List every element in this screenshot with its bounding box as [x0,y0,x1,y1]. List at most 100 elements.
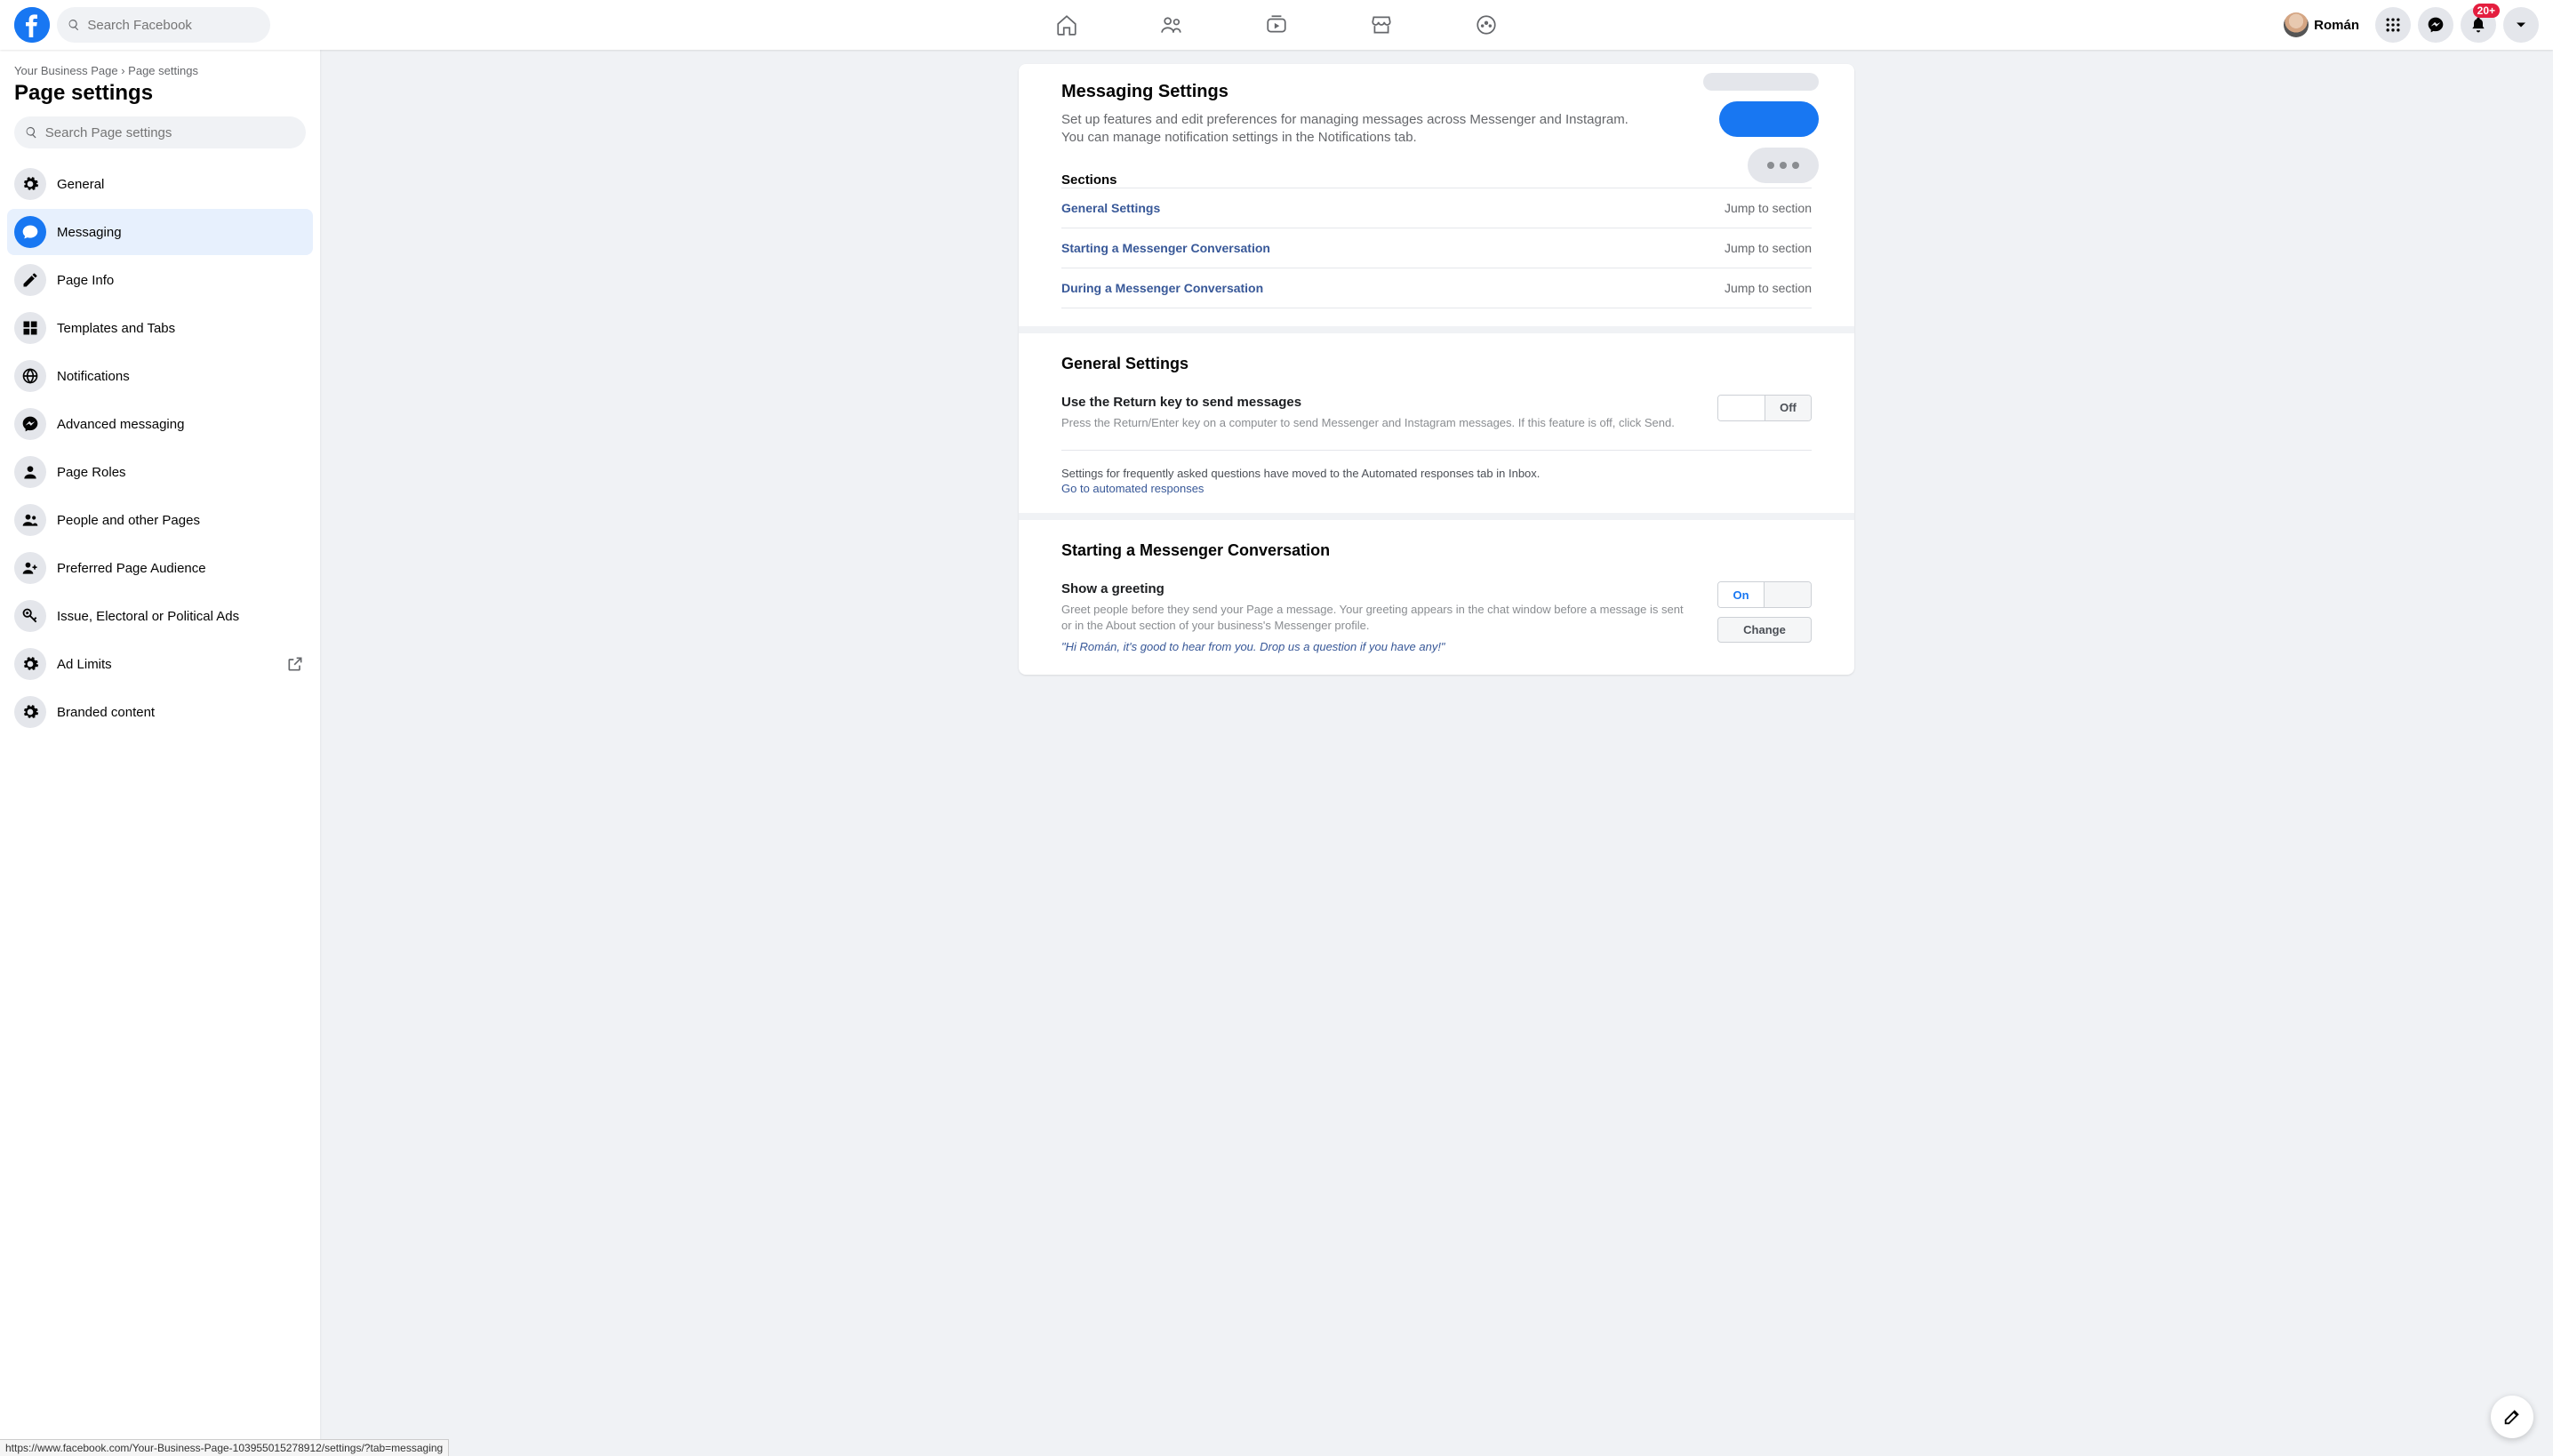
gear-icon [21,703,39,721]
sidebar-item-branded-content[interactable]: Branded content [7,689,313,735]
sidebar-item-label: Advanced messaging [57,417,184,432]
people-icon [1160,13,1183,36]
setting-show-greeting: Show a greeting Greet people before they… [1061,576,1812,657]
groups-icon [1475,13,1498,36]
marketplace-icon [1370,13,1393,36]
loading-preview [1703,73,1819,183]
sidebar-item-templates[interactable]: Templates and Tabs [7,305,313,351]
messaging-settings-heading: Messaging Settings [1061,82,1812,102]
skeleton-line [1703,73,1819,91]
breadcrumb-page-link[interactable]: Your Business Page [14,64,118,77]
person-icon [21,463,39,481]
skeleton-typing [1748,148,1819,183]
messaging-settings-desc: Set up features and edit preferences for… [1061,111,1630,148]
sidebar-item-notifications[interactable]: Notifications [7,353,313,399]
nav-groups[interactable] [1437,0,1535,50]
nav-marketplace[interactable] [1333,0,1430,50]
sidebar-item-label: Notifications [57,369,130,384]
edit-icon [2502,1407,2522,1427]
external-link-icon [286,655,304,673]
starting-conversation-block: Starting a Messenger Conversation Show a… [1019,513,1854,675]
sidebar-nav: General Messaging Page Info Templates an… [7,161,313,735]
skeleton-button [1719,101,1819,137]
sidebar-item-ad-limits[interactable]: Ad Limits [7,641,313,687]
gear-icon [21,175,39,193]
search-icon [68,18,80,32]
messenger-button[interactable] [2418,7,2453,43]
section-link-starting[interactable]: Starting a Messenger Conversation Jump t… [1061,228,1812,268]
sidebar-item-messaging[interactable]: Messaging [7,209,313,255]
sidebar-item-preferred-audience[interactable]: Preferred Page Audience [7,545,313,591]
jump-to-section[interactable]: Jump to section [1725,281,1812,295]
return-key-toggle[interactable]: Off [1717,395,1812,421]
sidebar-item-political-ads[interactable]: Issue, Electoral or Political Ads [7,593,313,639]
sidebar-item-pageinfo[interactable]: Page Info [7,257,313,303]
toggle-state: Off [1765,396,1811,420]
grid-layout-icon [21,319,39,337]
nav-watch[interactable] [1228,0,1325,50]
greeting-sample-text: "Hi Román, it's good to hear from you. D… [1061,640,1696,653]
section-link-general[interactable]: General Settings Jump to section [1061,188,1812,228]
status-bar-url: https://www.facebook.com/Your-Business-P… [0,1439,449,1456]
sidebar-item-page-roles[interactable]: Page Roles [7,449,313,495]
faq-moved-note: Settings for frequently asked questions … [1061,450,1812,495]
sidebar-item-label: Issue, Electoral or Political Ads [57,609,239,624]
grid-icon [2384,16,2402,34]
profile-name: Román [2314,18,2359,33]
sidebar-item-label: Ad Limits [57,657,112,672]
greeting-toggle[interactable]: On [1717,581,1812,608]
watch-icon [1265,13,1288,36]
bell-icon [2469,16,2487,34]
sidebar-title: Page settings [7,81,313,106]
setting-title: Show a greeting [1061,581,1696,596]
go-to-automated-responses-link[interactable]: Go to automated responses [1061,482,1812,495]
section-link-label[interactable]: General Settings [1061,201,1160,215]
setting-title: Use the Return key to send messages [1061,395,1696,410]
center-nav [1018,0,1535,50]
gear-icon [21,655,39,673]
sidebar-item-label: General [57,177,104,192]
top-nav: Román 20+ [0,0,2553,50]
sidebar-item-label: Page Info [57,273,114,288]
sidebar-item-label: Preferred Page Audience [57,561,206,576]
sidebar-item-label: Branded content [57,705,155,720]
nav-friends[interactable] [1123,0,1220,50]
setting-desc: Press the Return/Enter key on a computer… [1061,415,1696,431]
key-icon [21,607,39,625]
facebook-logo[interactable] [14,7,50,43]
change-greeting-button[interactable]: Change [1717,617,1812,643]
people-icon [21,511,39,529]
sidebar-item-label: Messaging [57,225,122,240]
notifications-button[interactable]: 20+ [2461,7,2496,43]
sidebar-item-label: Page Roles [57,465,126,480]
account-dropdown[interactable] [2503,7,2539,43]
sidebar-search-input[interactable] [45,125,295,140]
search-icon [25,125,38,140]
audience-icon [21,559,39,577]
sidebar-item-label: People and other Pages [57,513,200,528]
avatar [2284,12,2309,37]
section-link-during[interactable]: During a Messenger Conversation Jump to … [1061,268,1812,308]
general-settings-block: General Settings Use the Return key to s… [1019,326,1854,514]
right-nav: Román 20+ [2280,7,2539,43]
sidebar-item-advanced-messaging[interactable]: Advanced messaging [7,401,313,447]
messenger-icon [2427,16,2445,34]
compose-fab[interactable] [2491,1396,2533,1438]
global-search-input[interactable] [87,18,260,33]
jump-to-section[interactable]: Jump to section [1725,241,1812,255]
pencil-icon [21,271,39,289]
sidebar-item-people-pages[interactable]: People and other Pages [7,497,313,543]
profile-chip[interactable]: Román [2280,9,2368,41]
starting-heading: Starting a Messenger Conversation [1061,541,1812,560]
section-link-label[interactable]: Starting a Messenger Conversation [1061,241,1270,255]
breadcrumb: Your Business Page › Page settings [7,64,313,77]
global-search[interactable] [57,7,270,43]
nav-home[interactable] [1018,0,1116,50]
menu-button[interactable] [2375,7,2411,43]
setting-desc: Greet people before they send your Page … [1061,602,1696,633]
notification-badge: 20+ [2473,4,2500,18]
jump-to-section[interactable]: Jump to section [1725,201,1812,215]
sidebar-search[interactable] [14,116,306,148]
section-link-label[interactable]: During a Messenger Conversation [1061,281,1263,295]
sidebar-item-general[interactable]: General [7,161,313,207]
